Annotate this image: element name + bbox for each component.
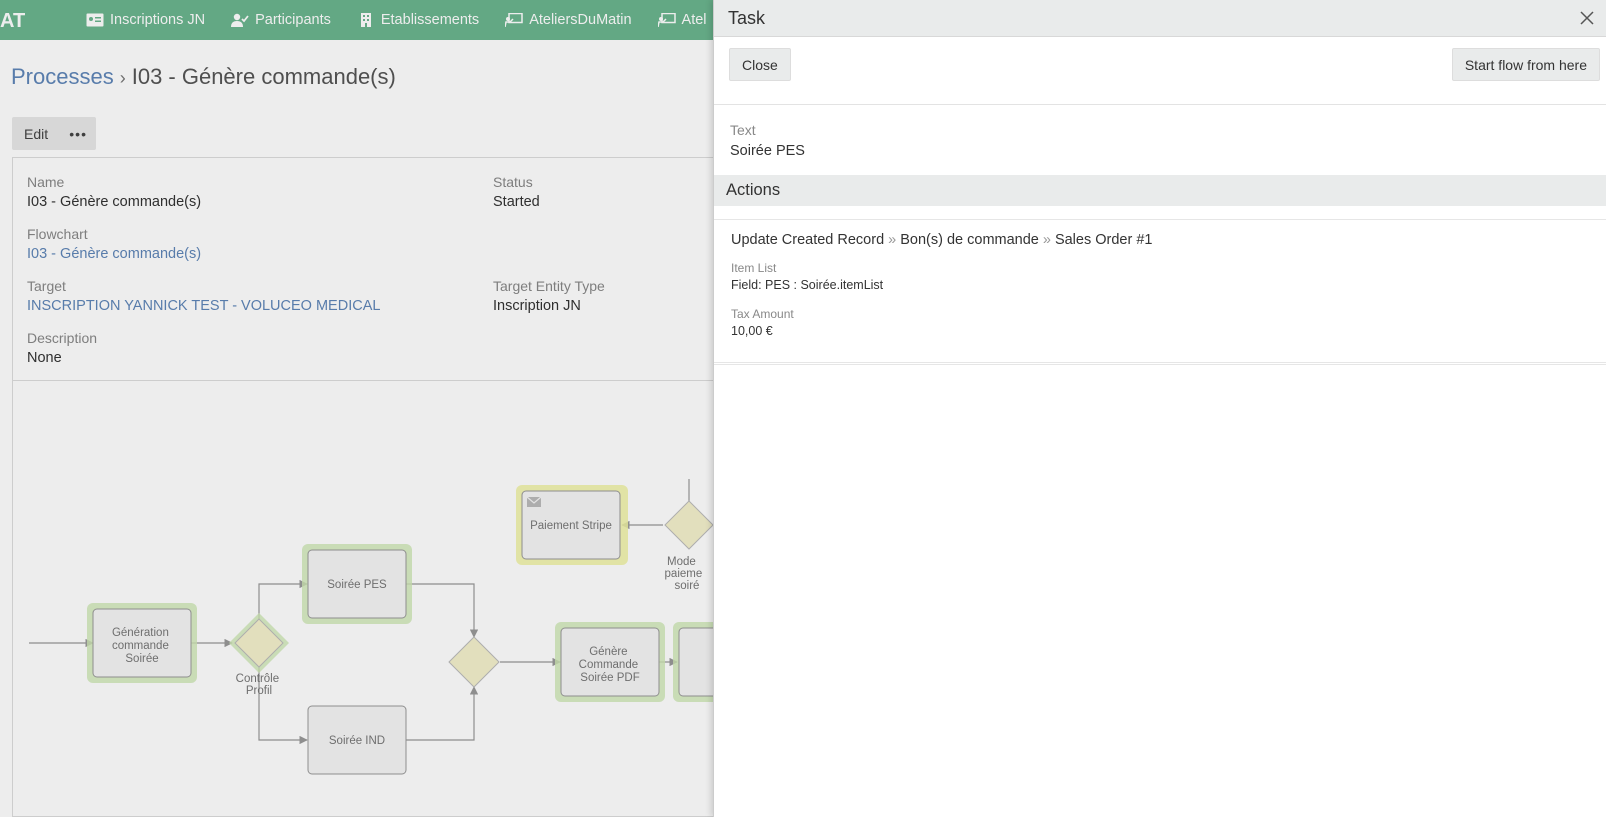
nav-item-label: Participants [255, 12, 331, 28]
presentation-icon [657, 13, 676, 27]
field-value: Soirée PES [730, 143, 805, 159]
nav-item-ateliers[interactable]: Atel [657, 12, 707, 28]
page-title: I03 - Génère commande(s) [131, 64, 396, 89]
envelope-icon [526, 496, 542, 507]
field-label: Description [27, 330, 98, 346]
field-description: Description None [27, 330, 97, 366]
field-label: Name [27, 174, 65, 190]
field-status: Status Started [493, 174, 540, 210]
gateway-merge[interactable] [448, 636, 500, 688]
field-label: Status [493, 174, 533, 190]
nav-item-inscriptions[interactable]: Inscriptions JN [86, 12, 205, 28]
action-separator: » [888, 232, 897, 248]
field-text: Text Soirée PES [730, 122, 805, 159]
nav-item-etablissements[interactable]: Etablissements [357, 12, 479, 28]
id-card-icon [86, 13, 104, 27]
action-separator: » [1042, 232, 1051, 248]
flow-edge [406, 686, 479, 741]
field-label: Tax Amount [731, 307, 794, 321]
gateway-mode-paiement-soiree[interactable] [664, 500, 713, 550]
action-item: Update Created Record» Bon(s) de commande… [714, 219, 1606, 365]
flowchart-link[interactable]: I03 - Génère commande(s) [27, 246, 201, 262]
field-value: I03 - Génère commande(s) [27, 194, 202, 210]
field-value: Field: PES : Soirée.itemList [731, 278, 884, 292]
field-target: Target INSCRIPTION YANNICK TEST - VOLUCE… [27, 278, 380, 314]
task-side-panel: Task Close Start flow from here Text Soi… [713, 0, 1606, 817]
action-title: Update Created Record» Bon(s) de commande… [731, 232, 1152, 248]
field-label: Text [730, 122, 756, 138]
field-label: Item List [731, 261, 777, 275]
field-name: Name I03 - Génère commande(s) [27, 174, 201, 210]
action-field-item-list: Item List Field: PES : Soirée.itemList [731, 261, 883, 292]
action-type: Update Created Record [731, 232, 885, 248]
task-next[interactable] [678, 627, 713, 697]
action-entity: Bon(s) de commande [900, 232, 1039, 248]
task-label: Soirée PES [327, 579, 387, 591]
side-panel-title: Task [728, 8, 766, 28]
field-label: Target [27, 278, 66, 294]
field-label: Target Entity Type [493, 278, 605, 294]
side-panel-toolbar: Close Start flow from here [714, 37, 1606, 105]
record-actions-group: Edit ••• [12, 117, 97, 150]
gateway-controle-profil[interactable] [234, 618, 284, 668]
side-panel-header: Task [714, 0, 1606, 37]
flow-edge [406, 583, 479, 638]
actions-section-header: Actions [714, 175, 1606, 206]
nav-item-participants[interactable]: Participants [231, 12, 331, 28]
field-value: None [27, 350, 62, 366]
nav-item-label: AteliersDuMatin [529, 12, 632, 28]
gateway-label: Contrôle Profil [236, 673, 283, 697]
nav-item-label: Etablissements [380, 12, 480, 28]
action-record: Sales Order #1 [1054, 232, 1153, 248]
nav-item-label: Inscriptions JN [110, 12, 206, 28]
nav-item-ateliersdumatin[interactable]: AteliersDuMatin [505, 12, 632, 28]
breadcrumb-processes-link[interactable]: Processes [11, 64, 114, 89]
field-value: 10,00 € [731, 324, 773, 338]
flow-edge [258, 579, 308, 619]
target-link[interactable]: INSCRIPTION YANNICK TEST - VOLUCEO MEDIC… [27, 298, 380, 314]
actions-heading: Actions [726, 181, 781, 199]
close-button[interactable]: Close [729, 48, 791, 81]
field-value: Started [493, 194, 540, 210]
field-label: Flowchart [27, 226, 88, 242]
building-icon [360, 13, 371, 27]
breadcrumb: Processes › I03 - Génère commande(s) [11, 64, 396, 90]
start-flow-button[interactable]: Start flow from here [1451, 48, 1600, 81]
nav-item-label: Atel [681, 12, 707, 28]
field-flowchart: Flowchart I03 - Génère commande(s) [27, 226, 201, 262]
task-label: Paiement Stripe [530, 520, 612, 532]
action-field-tax-amount: Tax Amount 10,00 € [731, 307, 794, 338]
breadcrumb-separator: › [119, 68, 126, 88]
more-actions-button[interactable]: ••• [60, 117, 96, 150]
gateway-label: Mode paieme soiré [665, 556, 706, 592]
flowchart-diagram: Génération commande Soirée Contrôle Prof… [29, 479, 713, 775]
presentation-icon [505, 13, 523, 27]
close-icon[interactable] [1578, 9, 1596, 27]
edit-button[interactable]: Edit [12, 117, 60, 150]
user-check-icon [231, 13, 249, 27]
field-value: Inscription JN [493, 298, 581, 314]
task-label: Soirée IND [329, 735, 385, 747]
field-target-entity-type: Target Entity Type Inscription JN [493, 278, 605, 314]
brand-logo[interactable]: AT [0, 10, 25, 33]
